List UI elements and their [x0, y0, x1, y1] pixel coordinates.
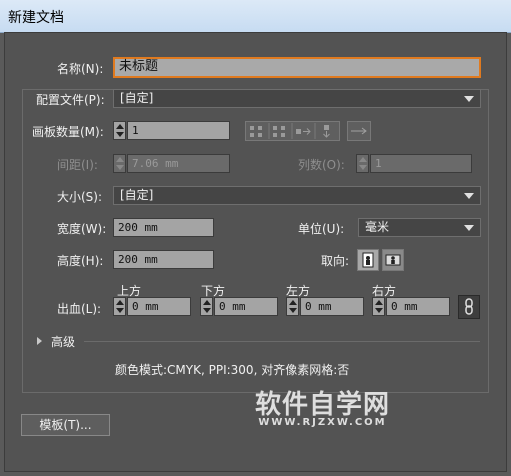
arrow-down-icon — [359, 165, 367, 170]
artboard-layout-buttons — [245, 121, 340, 141]
name-label: 名称(N): — [57, 62, 104, 76]
layout-direction-button[interactable] — [347, 121, 371, 141]
spacing-stepper[interactable] — [113, 154, 126, 173]
watermark-title: 软件自学网 — [255, 390, 391, 420]
bleed-right-input[interactable]: 0 mm — [386, 297, 450, 316]
grid-by-column-icon[interactable] — [273, 126, 285, 137]
units-select[interactable]: 毫米 — [358, 218, 481, 237]
grid-by-row-icon[interactable] — [250, 126, 262, 137]
bleed-left-stepper[interactable] — [286, 297, 299, 316]
landscape-orientation-button[interactable] — [382, 249, 404, 271]
advanced-divider — [84, 341, 480, 342]
bleed-top-input[interactable]: 0 mm — [127, 297, 191, 316]
columns-stepper[interactable] — [356, 154, 369, 173]
size-select[interactable]: [自定] — [113, 186, 481, 205]
chevron-down-icon — [464, 96, 474, 102]
bleed-top-stepper[interactable] — [113, 297, 126, 316]
chevron-down-icon — [464, 193, 474, 199]
arrow-up-icon — [116, 300, 124, 305]
template-button[interactable]: 模板(T)... — [21, 414, 110, 436]
arrow-down-icon — [375, 308, 383, 313]
arrange-by-column-icon[interactable] — [323, 125, 330, 138]
profile-label: 配置文件(P): — [32, 91, 109, 108]
chain-link-icon — [465, 298, 473, 315]
size-label: 大小(S): — [57, 190, 103, 204]
window-title: 新建文档 — [8, 10, 64, 26]
bleed-bottom-stepper[interactable] — [200, 297, 213, 316]
arrow-up-icon — [289, 300, 297, 305]
link-bleed-button[interactable] — [458, 295, 480, 319]
height-label: 高度(H): — [57, 254, 104, 268]
watermark-logo: 软件自学网 WWW.RJZXW.COM — [255, 384, 390, 428]
arrow-right-icon — [351, 127, 367, 135]
arrow-down-icon — [116, 165, 124, 170]
window-titlebar: 新建文档 — [0, 0, 511, 33]
arrow-up-icon — [359, 157, 367, 162]
spacing-label: 间距(I): — [57, 158, 98, 172]
arrow-down-icon — [116, 308, 124, 313]
height-input[interactable]: 200 mm — [113, 250, 214, 269]
bleed-right-stepper[interactable] — [372, 297, 385, 316]
document-info-text: 颜色模式:CMYK, PPI:300, 对齐像素网格:否 — [115, 363, 350, 377]
advanced-toggle[interactable]: 高级 — [51, 333, 75, 350]
artboards-stepper[interactable] — [113, 121, 126, 140]
arrow-up-icon — [116, 157, 124, 162]
chevron-down-icon — [464, 225, 474, 231]
arrow-up-icon — [116, 124, 124, 129]
width-label: 宽度(W): — [57, 222, 107, 236]
spacing-input[interactable]: 7.06 mm — [127, 154, 230, 173]
bleed-bottom-input[interactable]: 0 mm — [214, 297, 278, 316]
columns-label: 列数(O): — [298, 158, 345, 172]
artboards-label: 画板数量(M): — [32, 125, 104, 139]
profile-select[interactable]: [自定] — [113, 89, 481, 108]
size-select-value: [自定] — [120, 188, 154, 202]
arrow-up-icon — [375, 300, 383, 305]
name-input[interactable]: 未标题 — [113, 57, 481, 78]
arrow-down-icon — [116, 132, 124, 137]
arrange-by-row-icon[interactable] — [296, 128, 311, 135]
bleed-left-input[interactable]: 0 mm — [300, 297, 364, 316]
portrait-orientation-button[interactable] — [357, 249, 379, 271]
portrait-page-icon — [362, 252, 374, 268]
columns-input[interactable]: 1 — [370, 154, 472, 173]
orientation-label: 取向: — [321, 254, 350, 268]
bleed-label: 出血(L): — [57, 302, 102, 316]
width-input[interactable]: 200 mm — [113, 218, 214, 237]
disclosure-triangle-icon[interactable] — [37, 337, 42, 345]
landscape-page-icon — [385, 254, 401, 266]
arrow-down-icon — [289, 308, 297, 313]
arrow-up-icon — [203, 300, 211, 305]
profile-select-value: [自定] — [120, 91, 154, 105]
watermark-url: WWW.RJZXW.COM — [258, 417, 387, 428]
arrow-down-icon — [203, 308, 211, 313]
units-label: 单位(U): — [298, 222, 345, 236]
artboards-input[interactable]: 1 — [127, 121, 230, 140]
units-select-value: 毫米 — [365, 220, 390, 234]
